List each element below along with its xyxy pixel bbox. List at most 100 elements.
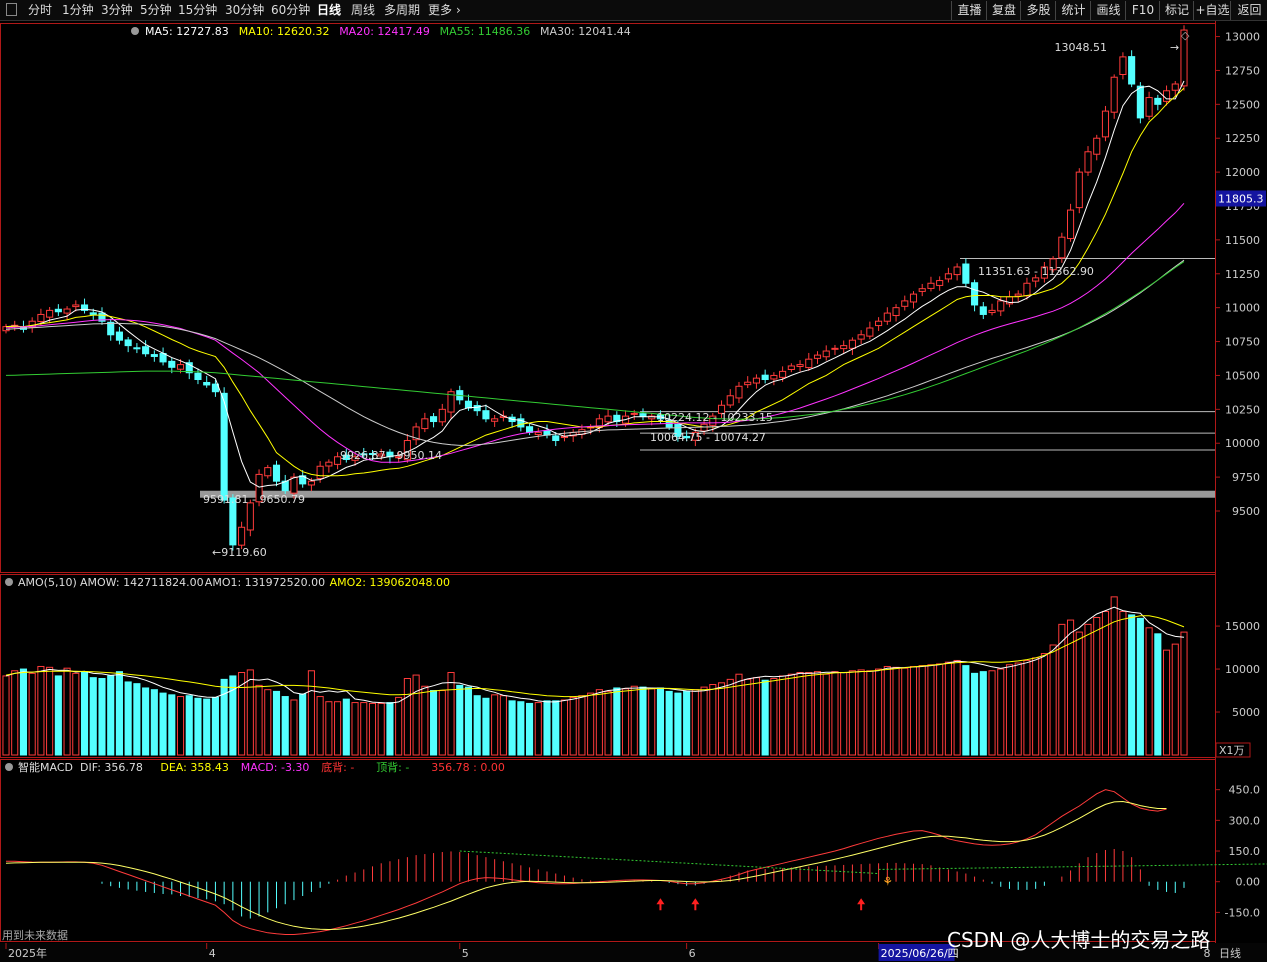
volume-bar <box>770 678 778 756</box>
volume-bar <box>526 702 534 756</box>
candle-down <box>979 306 987 315</box>
toolbar-button-4[interactable]: 画线 <box>1090 1 1126 20</box>
volume-bar <box>316 696 324 756</box>
period-tab-7[interactable]: 日线 <box>317 2 341 19</box>
period-tab-3[interactable]: 5分钟 <box>140 2 172 19</box>
candle-up <box>1110 76 1118 113</box>
volume-bar <box>499 695 507 756</box>
volume-bar <box>1084 623 1092 756</box>
candle-down <box>1136 85 1144 119</box>
volume-bar <box>360 702 368 756</box>
period-tab-1[interactable]: 1分钟 <box>62 2 94 19</box>
toolbar-button-3[interactable]: 统计 <box>1055 1 1091 20</box>
toolbar-button-7[interactable]: +自选 <box>1193 1 1231 20</box>
volume-bar <box>11 670 19 756</box>
panel-toggle-icon[interactable] <box>6 3 17 16</box>
toolbar-button-1[interactable]: 复盘 <box>986 1 1021 20</box>
main-ytick-label: 11250 <box>1225 268 1260 281</box>
candle-down <box>107 321 115 336</box>
period-tab-6[interactable]: 60分钟 <box>271 2 310 19</box>
volume-bar <box>1119 610 1127 756</box>
stock-chart: 9500 9750 10000 10250 10500 10750 11000 11250 11… <box>0 21 1267 962</box>
candle-down <box>203 381 211 386</box>
macd-legend-0: DIF: 356.78 <box>80 761 143 774</box>
candle-up <box>787 365 795 370</box>
volume-bar <box>185 695 193 756</box>
volume-bar <box>403 678 411 756</box>
period-tab-0[interactable]: 分时 <box>28 2 52 19</box>
toolbar-button-6[interactable]: 标记 <box>1159 1 1194 20</box>
candle-up <box>813 354 822 359</box>
main-ytick-label: 10250 <box>1225 403 1260 416</box>
candle-up <box>604 415 612 423</box>
candle-up <box>857 334 865 340</box>
volume-bar <box>927 664 935 756</box>
macd-legend-5: 356.78 : 0.00 <box>431 761 505 774</box>
volume-legend-2: AMO2: 139062048.00 <box>330 576 450 589</box>
volume-bar <box>534 702 542 756</box>
candle-up <box>822 350 830 358</box>
volume-bar <box>307 670 315 756</box>
volume-bar <box>595 689 603 756</box>
ma-legend-4: MA30: 12041.44 <box>540 25 631 38</box>
volume-bar <box>569 696 577 756</box>
candle-down <box>1154 97 1162 105</box>
volume-bar <box>936 663 944 756</box>
volume-bar <box>1101 610 1110 756</box>
macd-legend-4: 顶背: - <box>376 760 409 774</box>
volume-bar <box>587 692 595 756</box>
volume-bar <box>648 688 656 756</box>
toolbar-button-2[interactable]: 多股 <box>1020 1 1056 20</box>
candle-down <box>124 339 132 347</box>
toolbar-button-8[interactable]: 返回 <box>1230 1 1267 20</box>
candle-up <box>534 431 542 436</box>
candle-up <box>290 476 298 494</box>
volume-bar <box>979 671 987 756</box>
volume-bar <box>953 659 961 756</box>
more-chevron-icon[interactable]: › <box>456 2 461 19</box>
candle-up <box>1032 277 1040 282</box>
volume-bar <box>543 700 551 756</box>
volume-bar <box>604 690 612 756</box>
period-tab-4[interactable]: 15分钟 <box>178 2 217 19</box>
period-tab-10[interactable]: 更多 <box>428 2 452 19</box>
period-tab-9[interactable]: 多周期 <box>384 2 420 19</box>
toolbar-button-0[interactable]: 直播 <box>951 1 987 20</box>
candle-up <box>438 408 446 423</box>
volume-bar <box>72 672 80 756</box>
macd-ytick-label: 150.0 <box>1229 845 1261 858</box>
high-arrow: → <box>1170 41 1179 54</box>
toolbar-button-5[interactable]: F10 <box>1125 1 1160 20</box>
volume-bar <box>255 684 263 756</box>
candle-down <box>89 312 97 315</box>
candle-up <box>805 358 813 369</box>
period-tab-8[interactable]: 周线 <box>351 2 375 19</box>
candle-up <box>936 280 944 286</box>
volume-bar <box>639 686 647 756</box>
volume-bar <box>1075 631 1083 756</box>
volume-bar <box>299 693 307 756</box>
candle-down <box>194 372 202 381</box>
macd-panel-title: 智能MACD <box>18 760 73 774</box>
ma-legend-0: MA5: 12727.83 <box>145 25 229 38</box>
candle-up <box>307 480 315 486</box>
candle-up <box>1171 83 1179 91</box>
candle-up <box>176 364 185 370</box>
main-ytick-label: 11500 <box>1225 234 1260 247</box>
main-ytick-label: 12000 <box>1225 166 1260 179</box>
volume-bar <box>264 689 272 756</box>
volume-bar <box>133 683 141 756</box>
volume-bar <box>1180 631 1188 756</box>
volume-bar <box>1154 633 1162 756</box>
period-tab-5[interactable]: 30分钟 <box>225 2 264 19</box>
volume-bar <box>918 665 926 756</box>
volume-bar <box>1014 662 1022 756</box>
candle-up <box>37 313 45 322</box>
volume-bar <box>211 696 219 756</box>
period-tab-2[interactable]: 3分钟 <box>101 2 133 19</box>
candle-up <box>72 304 80 308</box>
volume-bar <box>857 669 865 756</box>
volume-bar <box>997 668 1005 756</box>
price-annotation: ←9119.60 <box>212 546 267 559</box>
volume-bar <box>665 690 673 756</box>
